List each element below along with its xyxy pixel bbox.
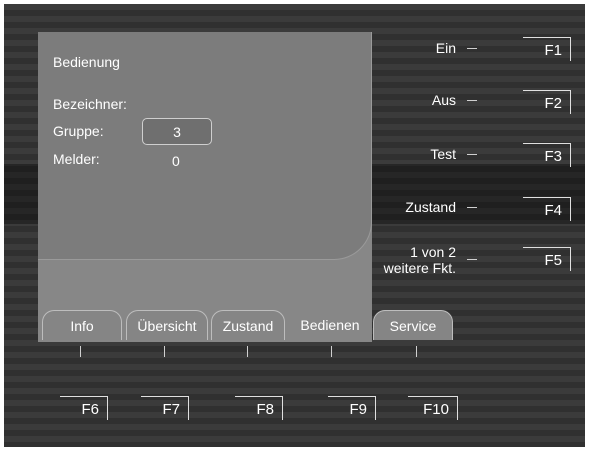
f10-tick: [416, 346, 417, 357]
f6-button[interactable]: F6: [60, 396, 108, 420]
f7-tick: [164, 346, 165, 357]
f5-function-label: 1 von 2 weitere Fkt.: [384, 244, 456, 276]
f3-button[interactable]: F3: [523, 143, 571, 167]
f5-button[interactable]: F5: [523, 247, 571, 271]
f8-tick: [247, 346, 248, 357]
f4-connector: [467, 207, 477, 208]
tab-uebersicht-label: Übersicht: [137, 317, 197, 334]
f1-function-label: Ein: [435, 40, 456, 56]
f6-key-label: F6: [81, 401, 99, 418]
f1-connector: [467, 48, 477, 49]
tab-zustand-label: Zustand: [222, 317, 274, 334]
tab-uebersicht[interactable]: Übersicht: [126, 310, 208, 340]
bezeichner-label: Bezeichner:: [53, 96, 127, 112]
panel-title: Bedienung: [53, 54, 120, 70]
f3-connector: [467, 154, 477, 155]
f6-tick: [80, 346, 81, 357]
content-area: Bedienung Bezeichner: Gruppe: 3 Melder: …: [38, 32, 372, 260]
main-panel: Bedienung Bezeichner: Gruppe: 3 Melder: …: [38, 32, 453, 342]
tab-service[interactable]: Service: [373, 310, 453, 340]
f3-key-label: F3: [544, 148, 562, 165]
tab-bedienen[interactable]: Bedienen: [288, 310, 372, 340]
f4-key-label: F4: [544, 202, 562, 219]
gruppe-value: 3: [173, 123, 181, 140]
f7-button[interactable]: F7: [141, 396, 189, 420]
f2-key-label: F2: [544, 95, 562, 112]
f5-label-line1: 1 von 2: [410, 244, 456, 260]
f5-key-label: F5: [544, 252, 562, 269]
tab-info-label: Info: [70, 317, 94, 334]
f2-connector: [467, 100, 477, 101]
f8-key-label: F8: [256, 401, 274, 418]
f2-button[interactable]: F2: [523, 90, 571, 114]
f3-function-label: Test: [430, 146, 456, 162]
melder-label: Melder:: [53, 151, 100, 167]
f10-key-label: F10: [423, 401, 449, 418]
f9-tick: [331, 346, 332, 357]
f10-button[interactable]: F10: [408, 396, 458, 420]
f7-key-label: F7: [162, 401, 180, 418]
melder-value: 0: [172, 153, 180, 169]
f2-function-label: Aus: [431, 92, 456, 108]
f9-key-label: F9: [349, 401, 367, 418]
gruppe-label: Gruppe:: [53, 123, 104, 139]
f5-label-line2: weitere Fkt.: [383, 260, 456, 276]
f9-button[interactable]: F9: [328, 396, 376, 420]
f8-button[interactable]: F8: [235, 396, 283, 420]
f4-button[interactable]: F4: [523, 197, 571, 221]
gruppe-input[interactable]: 3: [142, 118, 212, 145]
f1-button[interactable]: F1: [523, 37, 571, 61]
tab-zustand[interactable]: Zustand: [211, 310, 285, 340]
tab-info[interactable]: Info: [42, 310, 122, 340]
f4-function-label: Zustand: [405, 199, 456, 215]
device-screen: Bedienung Bezeichner: Gruppe: 3 Melder: …: [4, 4, 585, 447]
f5-connector: [467, 259, 477, 260]
f1-key-label: F1: [544, 42, 562, 59]
tab-service-label: Service: [389, 317, 437, 334]
tab-bedienen-label: Bedienen: [300, 317, 360, 333]
